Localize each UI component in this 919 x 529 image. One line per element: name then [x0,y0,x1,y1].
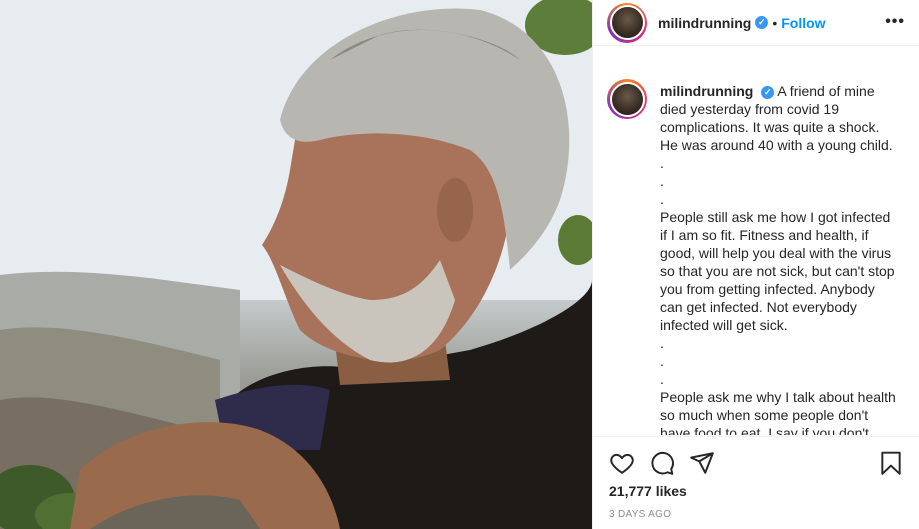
action-bar [593,437,919,477]
post-date[interactable]: 3 DAYS AGO [593,499,919,520]
paper-plane-icon[interactable] [689,450,715,476]
follow-button[interactable]: Follow [781,15,825,31]
comment-icon[interactable] [649,450,675,476]
post-header: milindrunning ✓ • Follow ••• [593,0,919,46]
caption-text-block: milindrunning ✓ A friend of mine died ye… [660,82,900,435]
post-side-panel: milindrunning ✓ • Follow ••• milindrunni… [592,0,919,529]
caption-username[interactable]: milindrunning [660,83,753,99]
verified-badge-icon: ✓ [755,16,769,29]
caption-avatar[interactable] [609,81,645,117]
story-ring[interactable] [607,2,647,43]
caption-verified-badge-icon: ✓ [761,85,775,99]
post-photo[interactable] [0,0,592,529]
photo-illustration [0,0,592,529]
bookmark-icon[interactable] [878,450,904,476]
likes-count[interactable]: 21,777 likes [593,477,919,499]
action-section: 21,777 likes 3 DAYS AGO [593,436,919,529]
more-options-icon[interactable]: ••• [885,13,905,31]
caption-body: A friend of mine died yesterday from cov… [660,83,896,435]
avatar[interactable] [609,5,645,40]
separator-dot: • [772,14,778,31]
header-username[interactable]: milindrunning [658,15,751,31]
caption-story-ring[interactable] [607,79,647,119]
caption: milindrunning ✓ A friend of mine died ye… [607,79,906,435]
heart-icon[interactable] [609,450,635,476]
comments-area[interactable]: milindrunning ✓ A friend of mine died ye… [593,61,919,435]
